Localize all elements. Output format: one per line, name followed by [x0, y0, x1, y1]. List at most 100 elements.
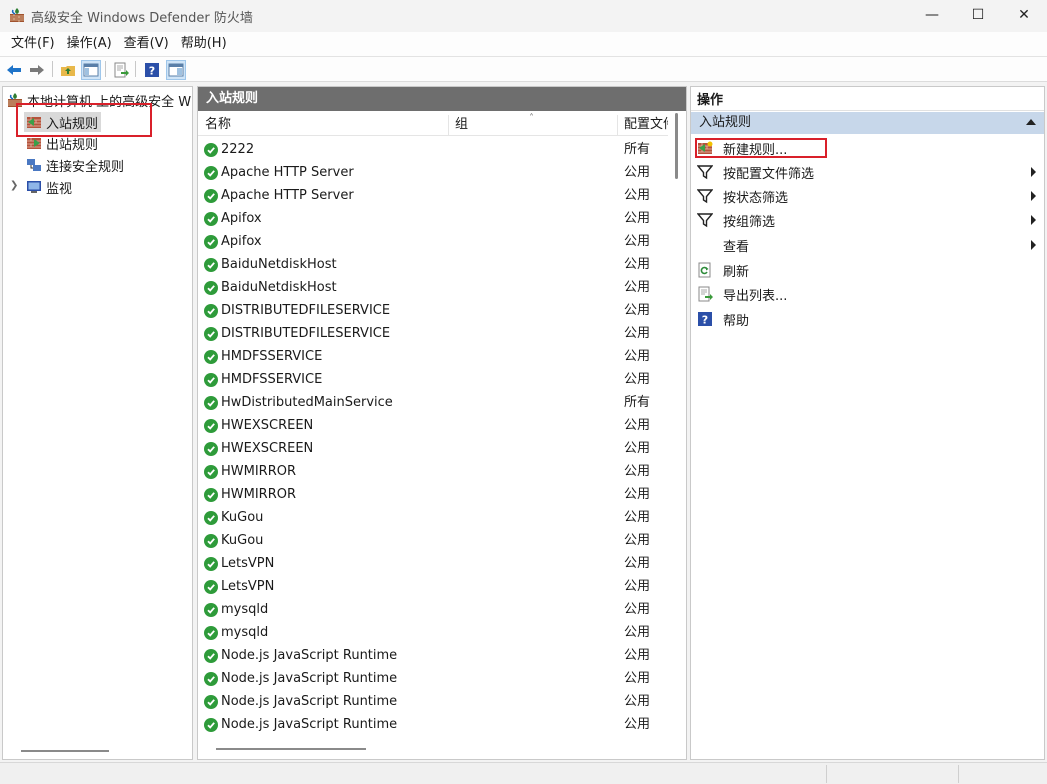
- rule-name: Apifox: [221, 211, 262, 226]
- action-label: 按状态筛选: [723, 190, 789, 206]
- show-hide-tree-icon[interactable]: [81, 60, 101, 80]
- table-row[interactable]: Apifox 公用: [198, 207, 668, 230]
- menu-file[interactable]: 文件(F): [5, 33, 61, 55]
- menu-action[interactable]: 操作(A): [61, 33, 118, 55]
- filter-icon: [697, 213, 713, 228]
- enabled-check-icon: [204, 671, 218, 686]
- enabled-check-icon: [204, 487, 218, 502]
- close-button[interactable]: ✕: [1001, 0, 1047, 30]
- table-row[interactable]: mysqld 公用: [198, 621, 668, 644]
- enabled-check-icon: [204, 648, 218, 663]
- export-list-icon[interactable]: [111, 60, 131, 80]
- rule-name-cell: BaiduNetdiskHost: [204, 276, 337, 299]
- rule-name-cell: Node.js JavaScript Runtime: [204, 644, 397, 667]
- tree-item-label: 连接安全规则: [46, 159, 125, 175]
- table-row[interactable]: Node.js JavaScript Runtime 公用: [198, 667, 668, 690]
- column-group[interactable]: 组: [455, 113, 615, 136]
- action-filter-by-group[interactable]: 按组筛选: [691, 208, 1044, 232]
- table-row[interactable]: mysqld 公用: [198, 598, 668, 621]
- forward-arrow-icon[interactable]: [27, 60, 47, 80]
- scrollbar-thumb[interactable]: [675, 113, 678, 179]
- table-row[interactable]: Apache HTTP Server 公用: [198, 161, 668, 184]
- horizontal-scrollbar[interactable]: [21, 750, 109, 752]
- column-profile[interactable]: 配置文件: [624, 113, 668, 136]
- column-divider[interactable]: [617, 115, 618, 135]
- enabled-check-icon: [204, 395, 218, 410]
- table-row[interactable]: HMDFSSERVICE 公用: [198, 345, 668, 368]
- rule-name: Apache HTTP Server: [221, 165, 354, 180]
- tree-item-label: 监视: [46, 181, 73, 197]
- action-filter-by-profile[interactable]: 按配置文件筛选: [691, 160, 1044, 184]
- table-row[interactable]: HWEXSCREEN 公用: [198, 414, 668, 437]
- blank-icon: [697, 237, 713, 253]
- tree-item-connection-security-rules[interactable]: 连接安全规则: [26, 155, 124, 175]
- rule-name: HWEXSCREEN: [221, 441, 314, 456]
- tree-item-monitor[interactable]: 监视: [26, 177, 72, 197]
- action-label: 按配置文件筛选: [723, 166, 815, 182]
- vertical-scrollbar[interactable]: [672, 113, 682, 743]
- horizontal-scrollbar[interactable]: [216, 748, 366, 750]
- actions-section-label: 入站规则: [699, 115, 752, 130]
- enabled-check-icon: [204, 142, 218, 157]
- rules-list-pane: 入站规则 名称 ˄ 组 配置文件 2222 所有 Apache HTTP Serve…: [197, 86, 687, 760]
- table-row[interactable]: KuGou 公用: [198, 529, 668, 552]
- collapse-icon[interactable]: [1026, 119, 1036, 125]
- table-row[interactable]: Node.js JavaScript Runtime 公用: [198, 644, 668, 667]
- rule-profile: 公用: [624, 372, 651, 387]
- back-arrow-icon[interactable]: [4, 60, 24, 80]
- rule-name-cell: DISTRIBUTEDFILESERVICE: [204, 322, 390, 345]
- show-hide-action-pane-icon[interactable]: [166, 60, 186, 80]
- rule-name-cell: HMDFSSERVICE: [204, 345, 322, 368]
- table-row[interactable]: HWMIRROR 公用: [198, 460, 668, 483]
- status-segment: [958, 765, 1047, 783]
- outbound-rules-icon: [27, 138, 41, 149]
- rule-profile: 公用: [624, 441, 651, 456]
- title-bar: 高级安全 Windows Defender 防火墙 — ☐ ✕: [0, 0, 1047, 32]
- table-row[interactable]: Node.js JavaScript Runtime 公用: [198, 713, 668, 736]
- rule-profile: 公用: [624, 188, 651, 203]
- table-row[interactable]: HMDFSSERVICE 公用: [198, 368, 668, 391]
- rule-profile: 公用: [624, 418, 651, 433]
- action-view[interactable]: 查看: [691, 233, 1044, 257]
- enabled-check-icon: [204, 326, 218, 341]
- action-filter-by-state[interactable]: 按状态筛选: [691, 184, 1044, 208]
- table-row[interactable]: KuGou 公用: [198, 506, 668, 529]
- action-export-list[interactable]: 导出列表...: [691, 282, 1044, 306]
- rule-profile: 公用: [624, 602, 651, 617]
- menu-view[interactable]: 查看(V): [118, 33, 175, 55]
- maximize-button[interactable]: ☐: [955, 0, 1001, 30]
- menu-bar: 文件(F) 操作(A) 查看(V) 帮助(H): [0, 32, 1047, 56]
- table-row[interactable]: HwDistributedMainService 所有: [198, 391, 668, 414]
- table-row[interactable]: HWMIRROR 公用: [198, 483, 668, 506]
- minimize-button[interactable]: —: [909, 0, 955, 30]
- rule-profile: 公用: [624, 464, 651, 479]
- table-row[interactable]: DISTRIBUTEDFILESERVICE 公用: [198, 322, 668, 345]
- rule-name: HWMIRROR: [221, 487, 297, 502]
- table-row[interactable]: BaiduNetdiskHost 公用: [198, 253, 668, 276]
- action-refresh[interactable]: 刷新: [691, 258, 1044, 282]
- table-row[interactable]: LetsVPN 公用: [198, 575, 668, 598]
- table-row[interactable]: LetsVPN 公用: [198, 552, 668, 575]
- table-row[interactable]: DISTRIBUTEDFILESERVICE 公用: [198, 299, 668, 322]
- table-row[interactable]: BaiduNetdiskHost 公用: [198, 276, 668, 299]
- table-row[interactable]: 2222 所有: [198, 138, 668, 161]
- actions-section-header[interactable]: 入站规则: [691, 112, 1044, 134]
- column-divider[interactable]: [448, 115, 449, 135]
- table-row[interactable]: Apifox 公用: [198, 230, 668, 253]
- rule-name-cell: Apache HTTP Server: [204, 161, 354, 184]
- action-help[interactable]: ? 帮助: [691, 307, 1044, 331]
- table-row[interactable]: HWEXSCREEN 公用: [198, 437, 668, 460]
- up-folder-icon[interactable]: [58, 60, 78, 80]
- column-name[interactable]: 名称: [205, 113, 445, 136]
- rule-profile: 公用: [624, 694, 651, 709]
- enabled-check-icon: [204, 165, 218, 180]
- menu-help[interactable]: 帮助(H): [175, 33, 233, 55]
- rule-profile: 公用: [624, 303, 651, 318]
- table-row[interactable]: Apache HTTP Server 公用: [198, 184, 668, 207]
- rule-profile: 公用: [624, 487, 651, 502]
- action-label: 刷新: [723, 264, 750, 280]
- help-icon[interactable]: ?: [142, 60, 162, 80]
- table-row[interactable]: Node.js JavaScript Runtime 公用: [198, 690, 668, 713]
- highlight-box-new-rule: [695, 138, 827, 158]
- chevron-right-icon[interactable]: ❯: [10, 180, 18, 191]
